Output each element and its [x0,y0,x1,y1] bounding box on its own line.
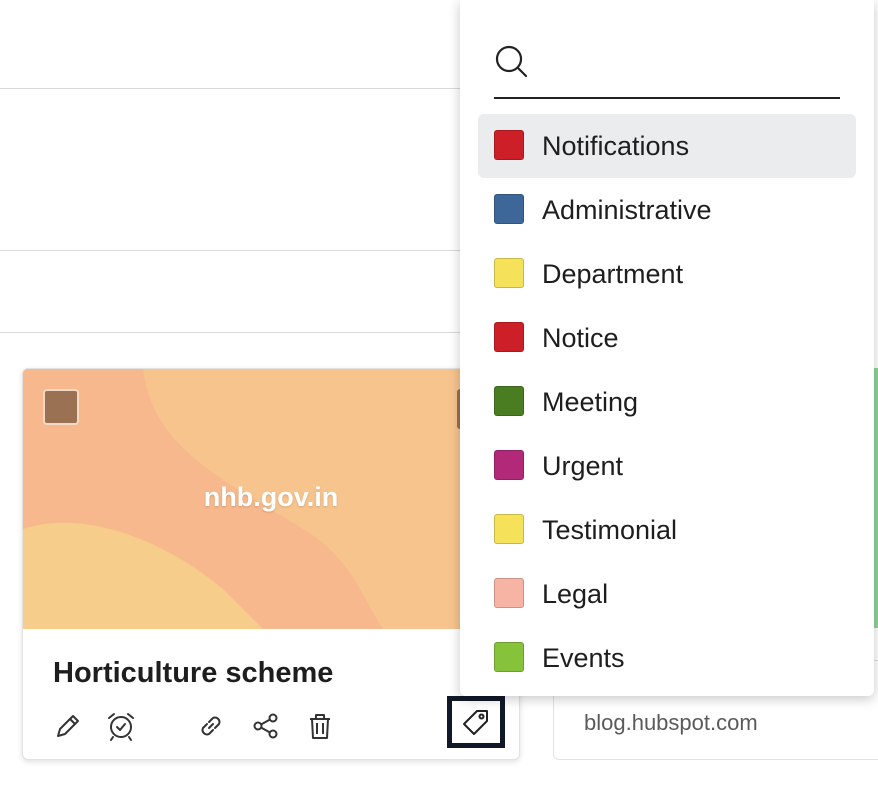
select-checkbox[interactable] [43,389,79,425]
row-divider [0,250,460,251]
tag-option[interactable]: Urgent [478,434,856,498]
alarm-clock-icon [108,713,134,741]
row-divider [0,332,460,333]
tag-dropdown: Notifications Administrative Department Not… [460,0,874,696]
tag-option-label: Urgent [542,451,624,481]
tag-color-swatch [494,642,524,672]
tag-option[interactable]: Notifications [478,114,856,178]
trash-icon [310,714,330,739]
tag-list: Notifications Administrative Department Not… [478,114,856,690]
tag-option[interactable]: Legal [478,562,856,626]
bookmark-card[interactable]: nhb.gov.in Horticulture scheme [22,368,520,760]
tag-option[interactable]: Department [478,242,856,306]
tag-color-swatch [494,258,524,288]
tag-color-swatch [494,322,524,352]
tag-option-label: Notifications [542,131,690,161]
tag-option[interactable]: Testimonial [478,498,856,562]
search-icon [495,45,528,78]
pencil-icon [57,715,79,737]
tag-color-swatch [494,130,524,160]
card2-domain: blog.hubspot.com [584,710,758,735]
tag-option[interactable]: Administrative [478,178,856,242]
tag-icon [463,710,488,735]
tag-option-label: Meeting [542,387,639,417]
card-thumbnail: nhb.gov.in [23,369,519,629]
share-icon [253,713,278,739]
tag-option-label: Events [542,643,625,673]
tag-option-label: Administrative [542,195,712,225]
delete-button[interactable] [303,709,337,743]
link-icon [201,716,221,736]
tag-search-input[interactable] [542,46,836,84]
edit-button[interactable] [51,709,85,743]
tag-option[interactable]: Meeting [478,370,856,434]
tag-color-swatch [494,194,524,224]
tag-search [494,40,840,99]
tag-option-label: Department [542,259,684,289]
copy-link-button[interactable] [194,709,228,743]
tag-color-swatch [494,386,524,416]
share-button[interactable] [249,709,283,743]
tag-button[interactable] [447,696,505,748]
reminder-button[interactable] [104,709,138,743]
row-divider [0,88,460,89]
tag-option-label: Testimonial [542,515,678,545]
tag-color-swatch [494,514,524,544]
tag-option-label: Legal [542,579,609,609]
tag-color-swatch [494,450,524,480]
card-title[interactable]: Horticulture scheme [53,657,333,690]
thumbnail-domain: nhb.gov.in [203,482,339,512]
tag-option[interactable]: Events [478,626,856,690]
tag-option[interactable]: Notice [478,306,856,370]
tag-option-label: Notice [542,323,619,353]
tag-color-swatch [494,578,524,608]
